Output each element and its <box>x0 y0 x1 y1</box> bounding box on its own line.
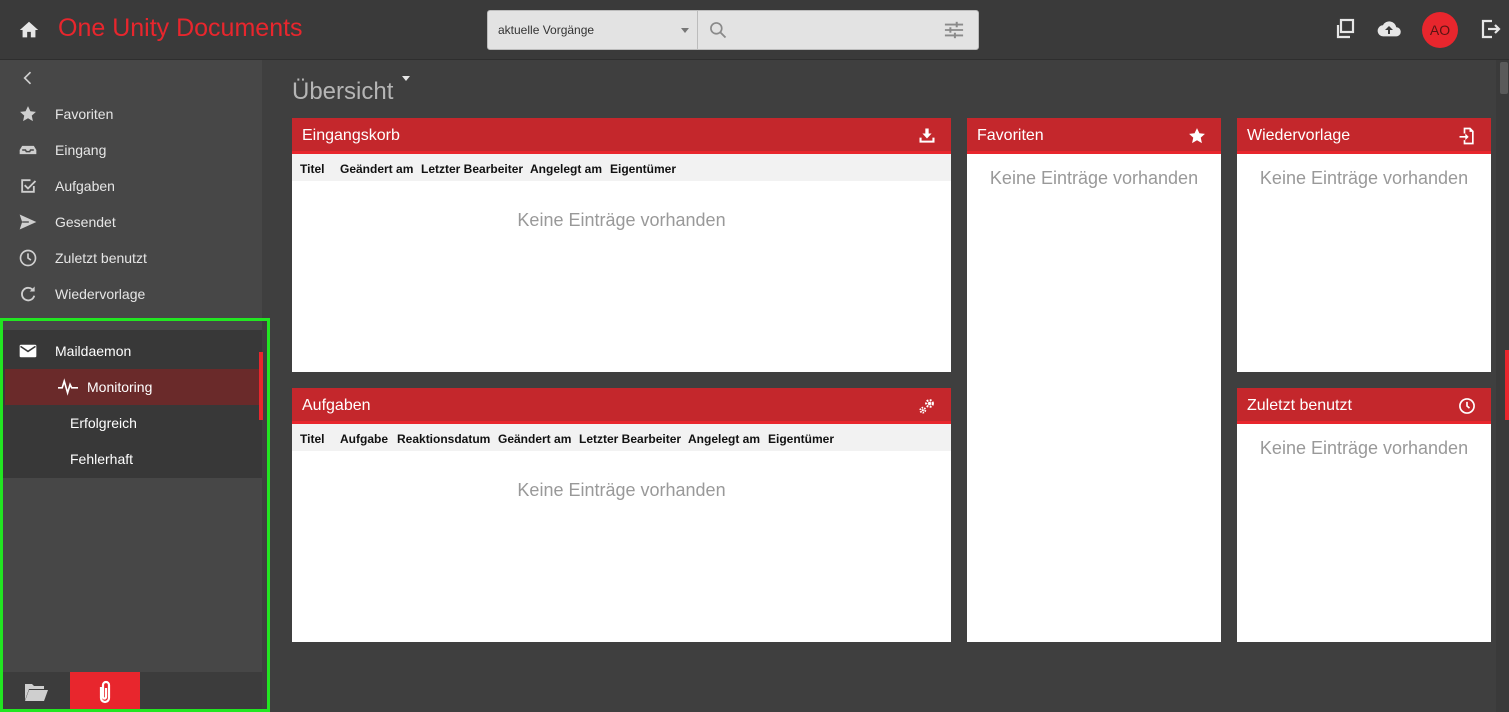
sidebar-item-label: Zuletzt benutzt <box>55 250 147 266</box>
caret-down-icon <box>681 28 689 33</box>
column-header[interactable]: Titel <box>300 162 324 176</box>
panel-title: Favoriten <box>977 127 1044 144</box>
sidebar-item-maildaemon[interactable]: Maildaemon <box>0 333 262 369</box>
sidebar-item-aufgaben[interactable]: Aufgaben <box>0 168 262 204</box>
search-input[interactable] <box>734 15 924 45</box>
pulse-icon <box>58 378 78 396</box>
folder-open-icon <box>25 684 48 701</box>
inbox-icon <box>19 145 37 155</box>
chevron-left-icon[interactable] <box>18 68 38 88</box>
sidebar-item-label: Eingang <box>55 142 107 158</box>
column-header[interactable]: Eigentümer <box>768 432 834 446</box>
column-header[interactable]: Geändert am <box>498 432 571 446</box>
refresh-icon <box>21 286 36 302</box>
sidebar-item-label: Wiedervorlage <box>55 286 146 302</box>
panel-title: Wiedervorlage <box>1247 127 1351 144</box>
window-restore-icon[interactable] <box>1333 17 1357 41</box>
column-header[interactable]: Geändert am <box>340 162 413 176</box>
sidebar-item-favoriten[interactable]: Favoriten <box>0 96 262 132</box>
gears-icon[interactable] <box>917 396 937 416</box>
column-header[interactable]: Letzter Bearbeiter <box>421 162 523 176</box>
sidebar-item-label: Erfolgreich <box>70 415 137 431</box>
panel-header: Zuletzt benutzt <box>1237 388 1491 424</box>
panel-header: Wiedervorlage <box>1237 118 1491 154</box>
panel-header: Eingangskorb <box>292 118 951 154</box>
sidebar-footer <box>0 672 262 712</box>
table-header: Titel Aufgabe Reaktionsdatum Geändert am… <box>292 424 951 451</box>
paperclip-icon <box>99 680 111 704</box>
download-tray-icon[interactable] <box>917 126 937 146</box>
sidebar-item-label: Maildaemon <box>55 343 132 359</box>
panel-wiedervorlage: Wiedervorlage Keine Einträge vorhanden <box>1237 118 1491 372</box>
search-scope-select[interactable]: aktuelle Vorgänge <box>488 11 698 49</box>
top-bar: One Unity Documents aktuelle Vorgänge AO <box>0 0 1509 60</box>
panel-title: Aufgaben <box>302 397 371 414</box>
attachment-button[interactable] <box>70 672 140 712</box>
panel-zuletzt-benutzt: Zuletzt benutzt Keine Einträge vorhanden <box>1237 388 1491 642</box>
folder-button[interactable] <box>0 672 70 712</box>
app-title: One Unity Documents <box>58 14 303 42</box>
empty-message: Keine Einträge vorhanden <box>517 480 726 500</box>
scroll-indicator <box>1505 350 1509 420</box>
sidebar: Favoriten Eingang Aufgaben Gesendet Zule… <box>0 60 263 712</box>
cloud-upload-icon[interactable] <box>1377 17 1401 41</box>
column-header[interactable]: Titel <box>300 432 324 446</box>
sidebar-item-eingang[interactable]: Eingang <box>0 132 262 168</box>
sidebar-item-label: Gesendet <box>55 214 116 230</box>
logout-icon[interactable] <box>1478 17 1502 41</box>
sliders-icon[interactable] <box>943 20 965 40</box>
search-scope-value: aktuelle Vorgänge <box>498 23 595 37</box>
empty-message: Keine Einträge vorhanden <box>1259 168 1469 188</box>
sidebar-item-label: Aufgaben <box>55 178 115 194</box>
sidebar-item-erfolgreich[interactable]: Erfolgreich <box>0 405 262 441</box>
empty-message: Keine Einträge vorhanden <box>517 210 726 230</box>
send-icon <box>19 214 37 230</box>
page-title[interactable]: Übersicht <box>292 78 393 106</box>
home-icon[interactable] <box>18 19 40 41</box>
clock-icon <box>19 249 37 267</box>
column-header[interactable]: Angelegt am <box>530 162 602 176</box>
sidebar-item-fehlerhaft[interactable]: Fehlerhaft <box>0 441 262 477</box>
column-header[interactable]: Letzter Bearbeiter <box>579 432 681 446</box>
panel-eingangskorb: Eingangskorb Titel Geändert am Letzter B… <box>292 118 951 372</box>
sidebar-item-zuletzt-benutzt[interactable]: Zuletzt benutzt <box>0 240 262 276</box>
column-header[interactable]: Reaktionsdatum <box>397 432 490 446</box>
search-bar: aktuelle Vorgänge <box>487 10 979 50</box>
avatar[interactable]: AO <box>1422 12 1458 48</box>
star-icon <box>20 106 36 122</box>
column-header[interactable]: Angelegt am <box>688 432 760 446</box>
empty-message: Keine Einträge vorhanden <box>1259 438 1469 458</box>
clock-icon[interactable] <box>1457 396 1477 416</box>
checkbox-icon <box>21 179 37 193</box>
column-header[interactable]: Aufgabe <box>340 432 388 446</box>
sidebar-item-label: Fehlerhaft <box>70 451 134 467</box>
panel-favoriten: Favoriten Keine Einträge vorhanden <box>967 118 1221 642</box>
panel-title: Eingangskorb <box>302 127 400 144</box>
column-header[interactable]: Eigentümer <box>610 162 676 176</box>
empty-message: Keine Einträge vorhanden <box>989 168 1199 188</box>
panel-title: Zuletzt benutzt <box>1247 397 1352 414</box>
sidebar-item-monitoring[interactable]: Monitoring <box>5 369 260 405</box>
star-icon[interactable] <box>1187 126 1207 146</box>
document-arrow-icon[interactable] <box>1457 126 1477 146</box>
panel-aufgaben: Aufgaben Titel Aufgabe Reaktionsdatum Ge… <box>292 388 951 642</box>
caret-down-icon[interactable] <box>402 76 410 81</box>
sidebar-item-wiedervorlage[interactable]: Wiedervorlage <box>0 276 262 312</box>
search-icon[interactable] <box>708 20 728 40</box>
mail-icon <box>19 344 37 358</box>
sidebar-item-label: Favoriten <box>55 106 114 122</box>
panel-header: Aufgaben <box>292 388 951 424</box>
panel-header: Favoriten <box>967 118 1221 154</box>
table-header: Titel Geändert am Letzter Bearbeiter Ang… <box>292 154 951 181</box>
scrollbar-thumb[interactable] <box>1500 62 1508 94</box>
sidebar-item-label: Monitoring <box>87 379 153 395</box>
sidebar-item-gesendet[interactable]: Gesendet <box>0 204 262 240</box>
